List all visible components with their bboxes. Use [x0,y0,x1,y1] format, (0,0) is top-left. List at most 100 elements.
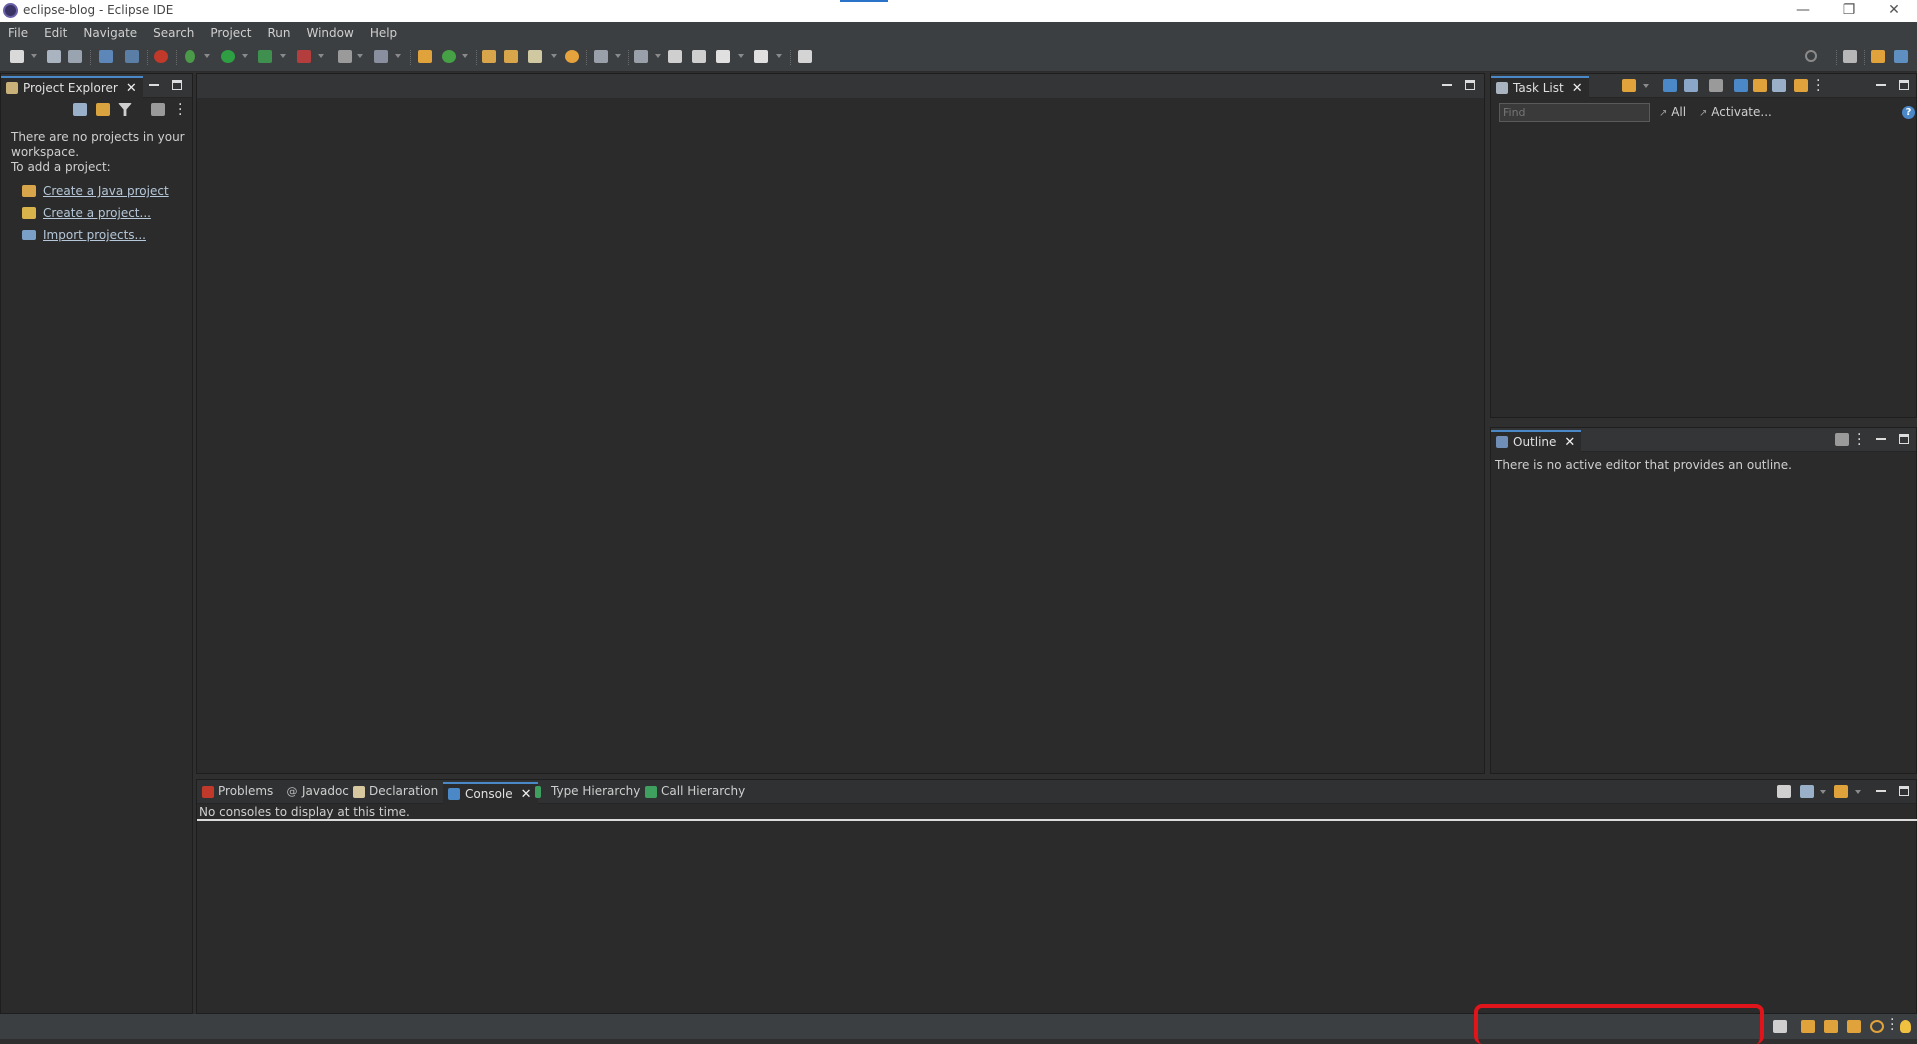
tab-declaration[interactable]: Declaration [351,782,438,802]
java-perspective-icon[interactable] [1894,50,1908,63]
tab-type-hierarchy[interactable]: Type Hierarchy [533,782,640,802]
focus-workweek-icon[interactable] [1709,79,1723,92]
view-menu-icon[interactable]: · · · [178,98,182,122]
last-edit-location-icon[interactable] [668,50,682,63]
hide-completed-icon[interactable] [1734,79,1748,92]
whats-new-icon[interactable] [1870,1020,1884,1033]
forward-icon[interactable] [754,50,768,63]
menu-file[interactable]: File [0,22,36,42]
display-console-icon[interactable] [1800,785,1814,798]
scheduled-icon[interactable] [1684,79,1698,92]
open-perspective-icon[interactable] [1843,50,1857,63]
minimize-icon[interactable] [1876,80,1886,86]
annotation-icon[interactable] [565,50,579,63]
stop-dropdown-icon[interactable] [357,54,363,58]
menu-help[interactable]: Help [362,22,405,42]
open-console-dropdown-icon[interactable] [1855,790,1861,794]
link-with-editor-icon[interactable] [96,103,110,116]
deploy-icon[interactable] [374,50,388,63]
new-class-dropdown-icon[interactable] [462,54,468,58]
stop-icon[interactable] [338,50,352,63]
next-annotation-icon[interactable] [594,50,608,63]
view-menu-icon[interactable]: · · · [1857,428,1861,452]
link-icon[interactable] [1794,79,1808,92]
search-tool-icon[interactable] [528,50,542,63]
create-java-project-link[interactable]: Create a Java project [43,184,169,198]
tab-javadoc[interactable]: @ Javadoc [284,782,349,802]
debug-perspective-icon[interactable] [154,50,168,63]
back-dropdown-icon[interactable] [738,54,744,58]
run-icon[interactable] [221,50,235,63]
minimize-icon[interactable] [1876,786,1886,792]
prev-annotation-icon[interactable] [634,50,648,63]
task-activate[interactable]: ↗ Activate... [1699,105,1772,119]
focus-on-task-icon[interactable] [151,103,165,116]
new-java-class-icon[interactable] [442,50,456,63]
menu-window[interactable]: Window [298,22,361,42]
close-icon[interactable]: ✕ [1572,79,1583,99]
task-filter-all[interactable]: ↗ All [1659,105,1686,119]
pin-editor-icon[interactable] [798,50,812,63]
coverage-icon[interactable] [258,50,272,63]
back-icon[interactable] [716,50,730,63]
search-icon[interactable] [1805,50,1817,62]
menu-project[interactable]: Project [202,22,259,42]
collapse-all-icon[interactable] [73,103,87,116]
skip-breakpoints-icon[interactable] [125,50,139,63]
minimize-icon[interactable] [1442,80,1452,86]
close-window-button[interactable]: ✕ [1871,0,1917,22]
debug-dropdown-icon[interactable] [204,54,210,58]
tab-problems[interactable]: Problems [200,782,273,802]
menu-run[interactable]: Run [259,22,298,42]
new-dropdown-icon[interactable] [31,54,37,58]
maximize-icon[interactable] [1899,80,1909,90]
collapse-all-icon[interactable] [1772,79,1786,92]
restore-window-button[interactable]: ❐ [1826,0,1872,22]
undo-status-icon[interactable] [1773,1020,1787,1033]
focus-on-task-icon[interactable] [1835,433,1849,446]
external-tools-dropdown-icon[interactable] [318,54,324,58]
save-icon[interactable] [47,50,61,63]
new-icon[interactable] [10,50,24,63]
filter-icon[interactable] [118,103,132,116]
close-icon[interactable]: ✕ [1564,433,1575,453]
prev-annotation-dropdown-icon[interactable] [655,54,661,58]
minimize-window-button[interactable]: — [1780,0,1826,22]
create-project-link[interactable]: Create a project... [43,206,151,220]
next-edit-location-icon[interactable] [692,50,706,63]
close-icon[interactable]: ✕ [521,785,532,805]
menu-navigate[interactable]: Navigate [75,22,145,42]
view-menu-icon[interactable]: · · · [1816,74,1820,98]
debug-icon[interactable] [185,50,195,63]
maximize-icon[interactable] [1899,434,1909,444]
coverage-dropdown-icon[interactable] [280,54,286,58]
maximize-icon[interactable] [172,80,182,90]
tab-project-explorer[interactable]: Project Explorer ✕ [1,76,143,98]
maximize-icon[interactable] [1465,80,1475,90]
deploy-dropdown-icon[interactable] [395,54,401,58]
import-projects-link[interactable]: Import projects... [43,228,146,242]
menu-edit[interactable]: Edit [36,22,75,42]
open-task-icon[interactable] [504,50,518,63]
new-task-dropdown-icon[interactable] [1643,84,1649,88]
categorized-icon[interactable] [1663,79,1677,92]
open-type-icon[interactable] [482,50,496,63]
new-task-icon[interactable] [1622,79,1636,92]
run-dropdown-icon[interactable] [242,54,248,58]
minimize-icon[interactable] [149,80,159,86]
maximize-icon[interactable] [1899,786,1909,796]
forward-dropdown-icon[interactable] [776,54,782,58]
overview-icon[interactable] [1801,1020,1815,1033]
tab-console[interactable]: Console ✕ [443,782,538,804]
samples-icon[interactable] [1847,1020,1861,1033]
tutorials-icon[interactable] [1824,1020,1838,1033]
external-tools-icon[interactable] [297,50,311,63]
search-dropdown-icon[interactable] [551,54,557,58]
next-annotation-dropdown-icon[interactable] [615,54,621,58]
open-console-icon[interactable] [1834,785,1848,798]
help-icon[interactable]: ? [1902,106,1915,119]
java-ee-perspective-icon[interactable] [1871,50,1885,63]
close-icon[interactable]: ✕ [126,79,137,99]
tab-call-hierarchy[interactable]: Call Hierarchy [643,782,745,802]
save-all-icon[interactable] [68,50,82,63]
